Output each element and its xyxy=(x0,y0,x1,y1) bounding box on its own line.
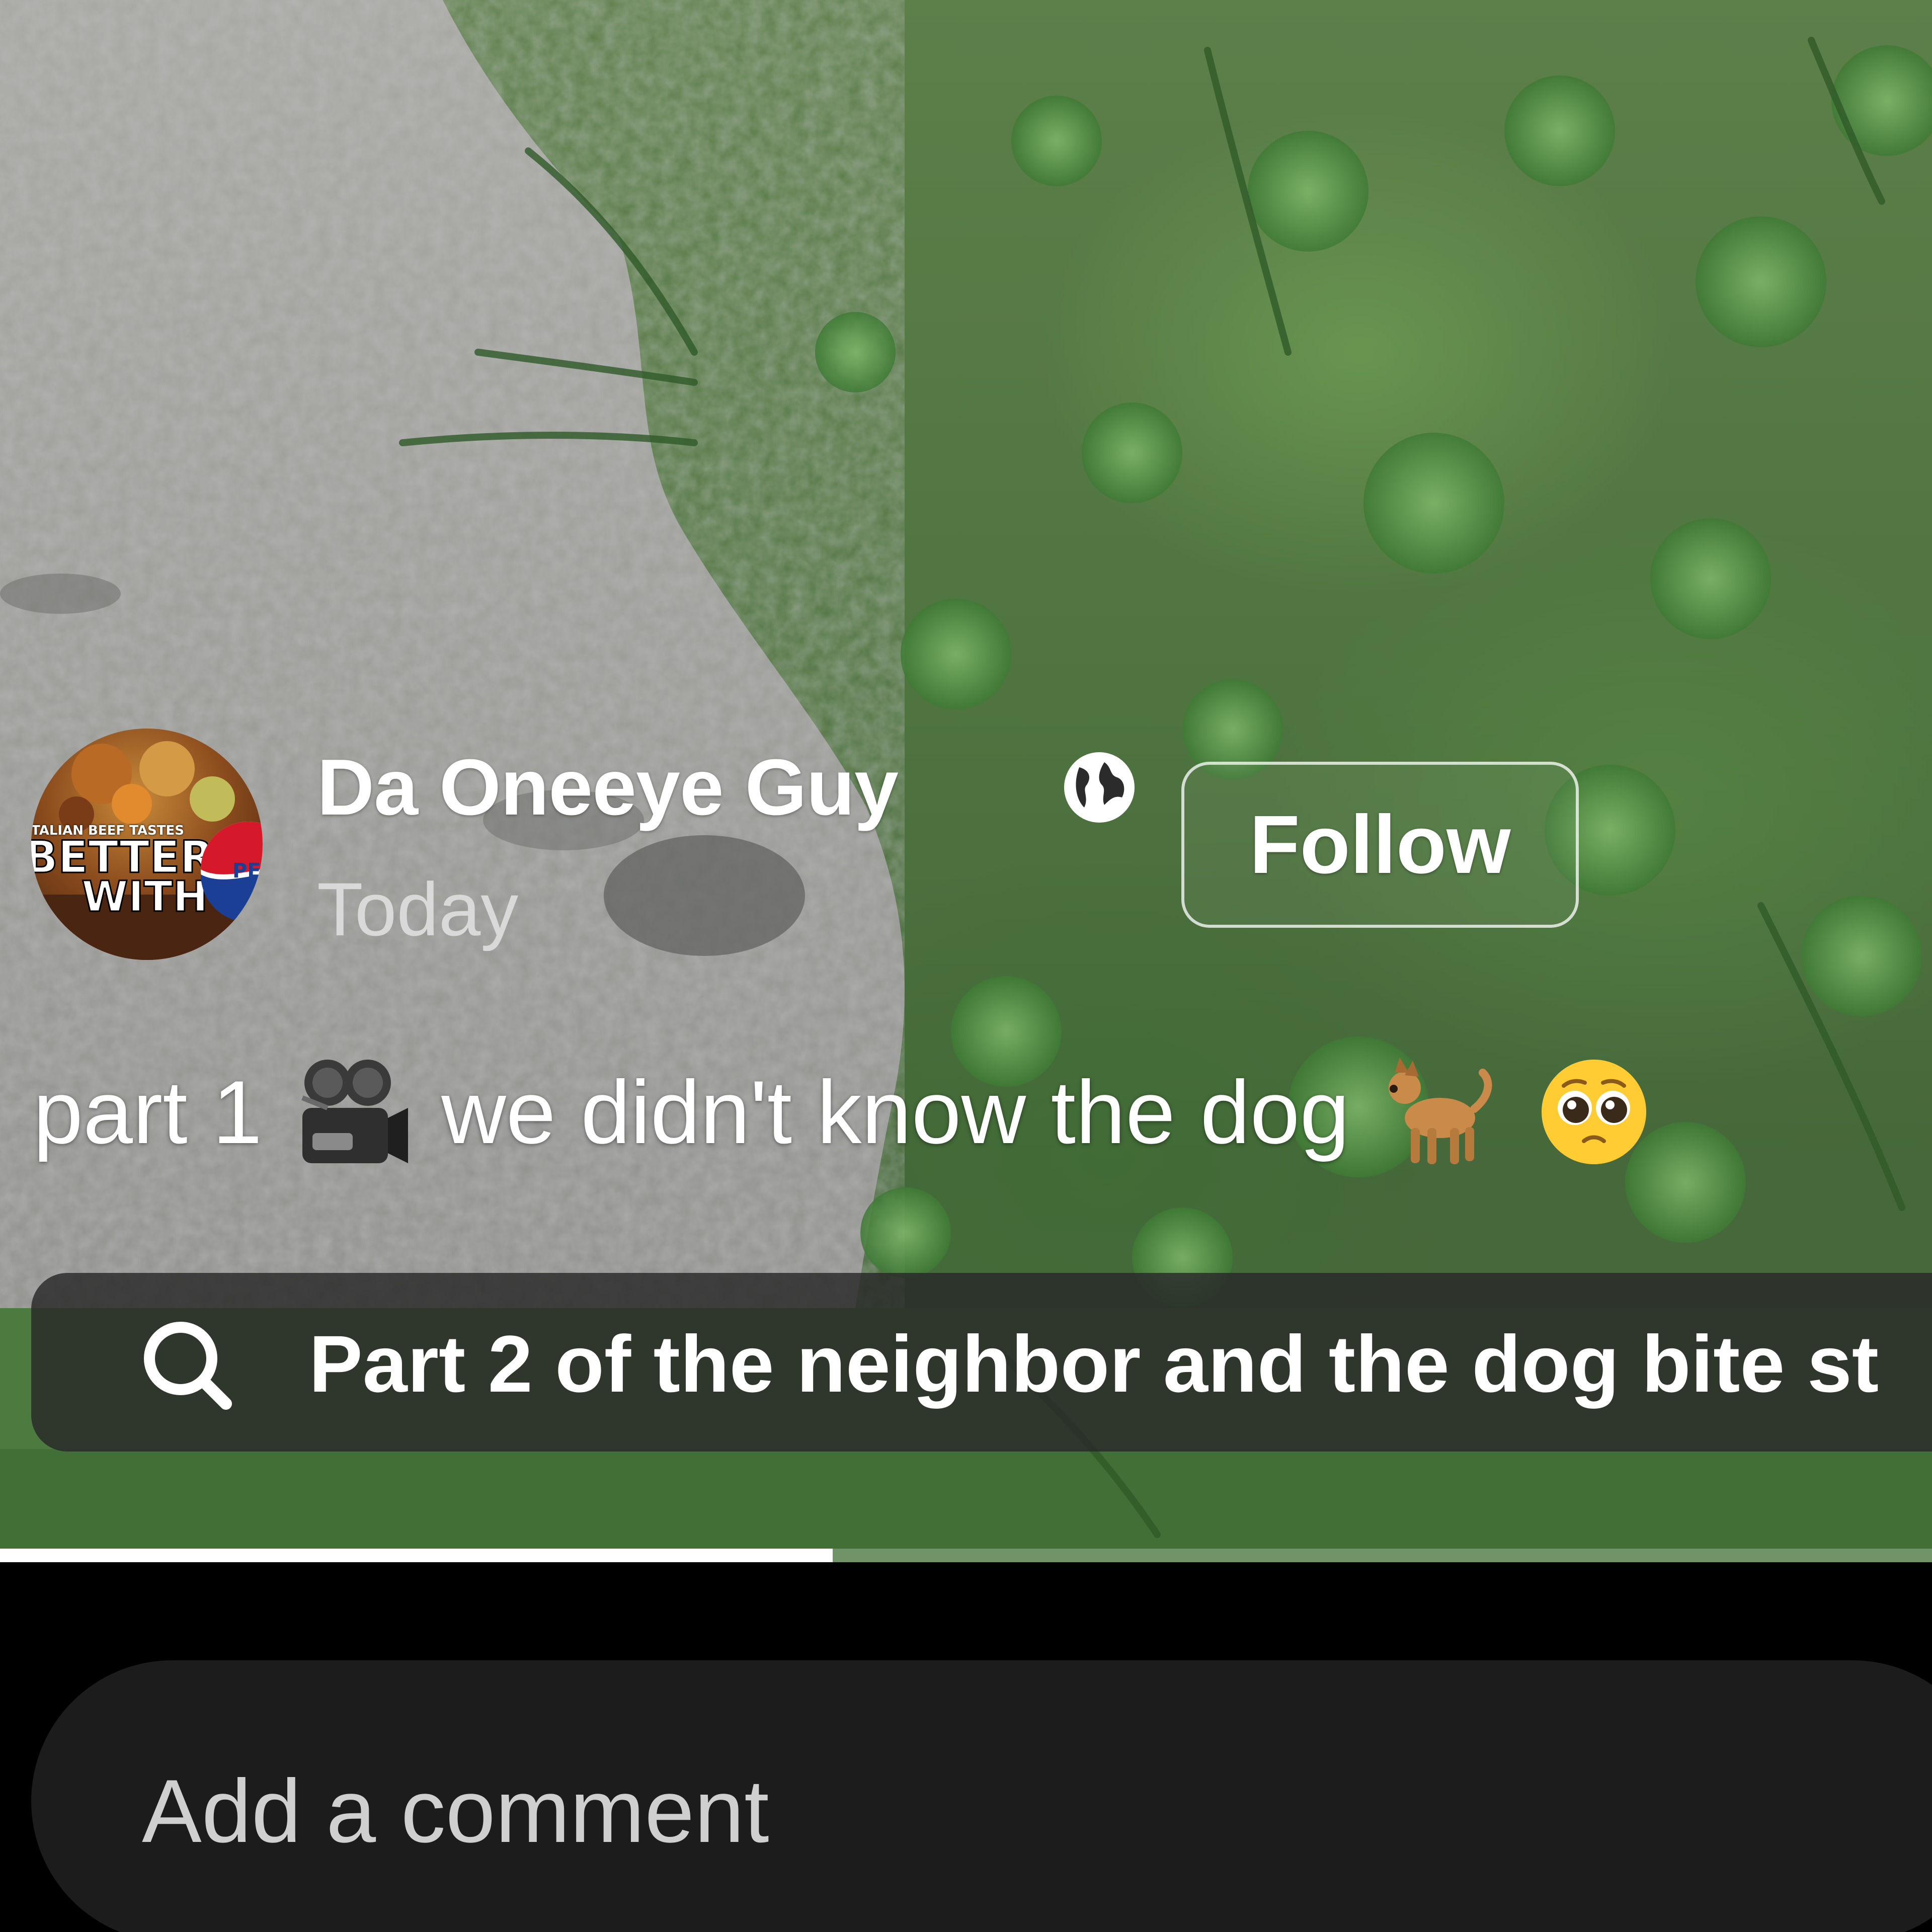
comment-input[interactable]: Add a comment xyxy=(31,1660,1932,1932)
author-avatar[interactable]: TALIAN BEEF TASTES BETTER WITH PEP xyxy=(31,729,263,960)
video-progress-bar[interactable] xyxy=(0,1549,1932,1562)
search-icon xyxy=(144,1322,232,1410)
author-name[interactable]: Da Oneeye Guy xyxy=(317,741,899,834)
dog-emoji xyxy=(1389,1058,1492,1164)
pleading-face-emoji xyxy=(1542,1060,1647,1164)
reel-screen: TALIAN BEEF TASTES BETTER WITH PEP Da On… xyxy=(0,0,1932,1932)
movie-camera-emoji xyxy=(301,1060,409,1163)
avatar-brand-with: WITH xyxy=(81,872,209,921)
caption-part-label: part 1 xyxy=(33,1062,263,1162)
post-timestamp: Today xyxy=(317,867,519,951)
globe-icon xyxy=(1064,752,1135,823)
post-caption[interactable]: part 1 we didn't know the dog xyxy=(33,1053,1649,1171)
follow-button[interactable]: Follow xyxy=(1181,762,1579,928)
video-progress-fill xyxy=(0,1549,833,1562)
avatar-pepsi-logo: PEP xyxy=(201,822,263,920)
caption-text: we didn't know the dog xyxy=(441,1062,1350,1162)
avatar-brand-mark: PEP xyxy=(232,859,263,882)
comment-placeholder: Add a comment xyxy=(142,1761,769,1861)
search-suggestion-text: Part 2 of the neighbor and the dog bite … xyxy=(309,1319,1879,1409)
search-suggestion[interactable]: Part 2 of the neighbor and the dog bite … xyxy=(31,1273,1932,1452)
